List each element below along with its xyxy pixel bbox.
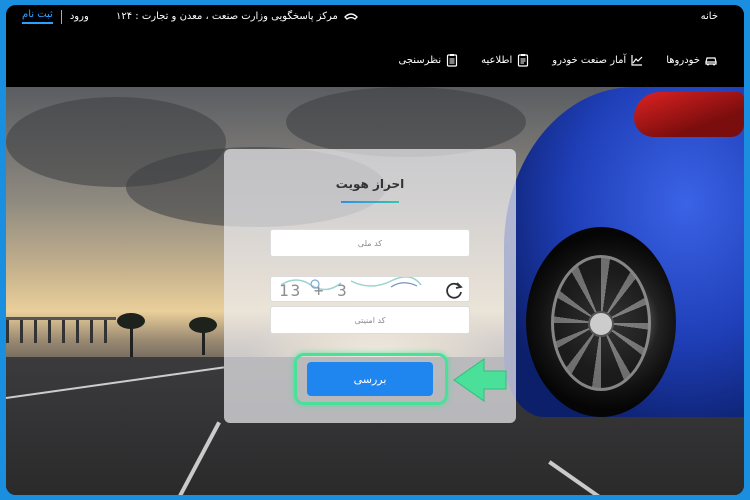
nav-item-cars[interactable]: خودروها (666, 53, 718, 67)
palm-tree-top (117, 313, 145, 329)
refresh-captcha-icon[interactable] (443, 280, 465, 300)
main-nav: خودروها آمار صنعت خودرو اطلاعیه نظرسنجی (398, 53, 718, 67)
nav-item-label: نظرسنجی (398, 54, 442, 66)
clipboard-check-icon (447, 54, 458, 67)
auth-title: احراز هویت (335, 177, 405, 191)
nav-item-industry-stats[interactable]: آمار صنعت خودرو (552, 53, 644, 67)
car-wheel-hub (588, 311, 614, 337)
palm-tree-top (189, 317, 217, 333)
captcha-image-text: 13 + 3 (279, 281, 349, 300)
road-marking (175, 421, 221, 495)
guardrail (6, 317, 116, 343)
car-icon (705, 57, 717, 66)
header-row: ثبت نام ورود مرکز پاسخگویی وزارت صنعت ، … (6, 5, 744, 31)
nav-item-survey[interactable]: نظرسنجی (398, 53, 459, 67)
phone-icon (344, 12, 358, 20)
car-taillight (634, 92, 744, 137)
register-link[interactable]: ثبت نام (22, 9, 53, 24)
title-underline (341, 201, 399, 203)
national-code-input[interactable] (270, 229, 470, 257)
road-marking (548, 460, 608, 495)
chart-icon (631, 55, 643, 66)
cloud-shape (286, 87, 526, 157)
browser-frame: ثبت نام ورود مرکز پاسخگویی وزارت صنعت ، … (6, 5, 744, 495)
home-link[interactable]: خانه (701, 11, 718, 22)
support-center-text: مرکز پاسخگویی وزارت صنعت ، معدن و تجارت … (116, 11, 338, 22)
clipboard-icon (518, 54, 529, 67)
security-code-input[interactable] (270, 306, 470, 334)
nav-item-label: آمار صنعت خودرو (552, 54, 627, 66)
top-bar: ثبت نام ورود مرکز پاسخگویی وزارت صنعت ، … (6, 5, 744, 87)
check-button[interactable]: بررسی (307, 362, 433, 396)
auth-separator (60, 9, 62, 24)
login-link[interactable]: ورود (70, 11, 89, 22)
captcha-box: 13 + 3 (270, 276, 470, 302)
pointer-arrow-icon (453, 358, 507, 402)
nav-item-label: اطلاعیه (481, 54, 513, 66)
nav-item-label: خودروها (666, 54, 700, 66)
nav-item-announcements[interactable]: اطلاعیه (481, 53, 530, 67)
support-center-info: مرکز پاسخگویی وزارت صنعت ، معدن و تجارت … (116, 11, 358, 22)
hero-background: احراز هویت 13 + 3 بررسی (6, 87, 744, 495)
auth-links: ثبت نام ورود (22, 9, 89, 24)
road-marking (6, 366, 224, 399)
